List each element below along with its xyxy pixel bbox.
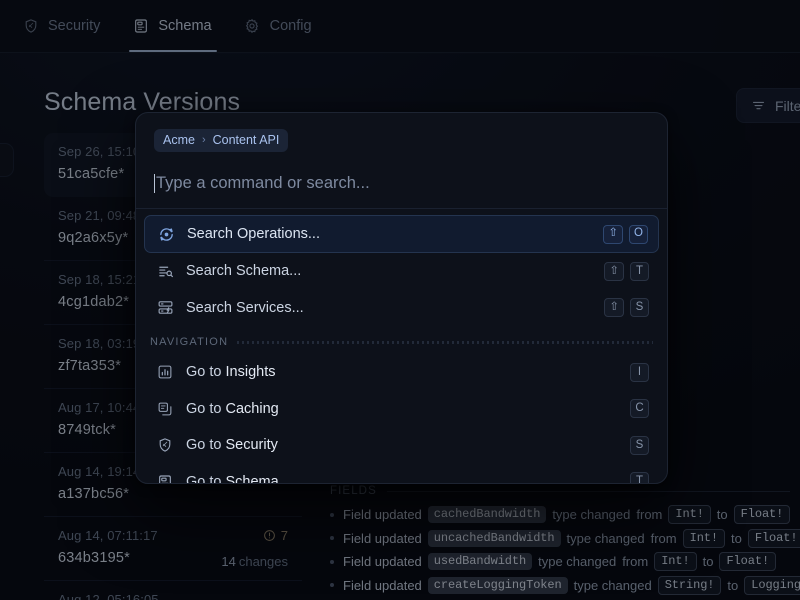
breadcrumb[interactable]: Acme › Content API (154, 129, 289, 152)
nav-shortcut: C (630, 399, 649, 419)
services-stack-icon (156, 299, 174, 317)
nav-item-target: Schema (225, 473, 279, 484)
command-item-search-services[interactable]: Search Services... ⇧ S (144, 290, 659, 327)
nav-item-label: Go to Insights (186, 364, 630, 380)
command-shortcut: ⇧ O (603, 224, 648, 244)
dotted-divider (237, 340, 653, 344)
palette-header: Acme › Content API (136, 113, 667, 152)
shortcut-key: O (629, 224, 648, 244)
schema-list-search-icon (156, 262, 174, 280)
operations-sync-icon (157, 225, 175, 243)
nav-item-target: Caching (225, 400, 279, 417)
command-list: Search Operations... ⇧ O Search Schema..… (136, 209, 667, 326)
shortcut-key: S (630, 298, 649, 318)
command-shortcut: ⇧ S (604, 298, 649, 318)
command-search-placeholder: Type a command or search... (156, 173, 370, 192)
nav-item-label: Go to Caching (186, 401, 630, 417)
shift-key-icon: ⇧ (604, 298, 624, 318)
shortcut-key: C (630, 399, 649, 419)
command-search-input[interactable]: Type a command or search... (136, 158, 667, 208)
layers-copy-icon (156, 400, 174, 418)
command-shortcut: ⇧ T (604, 261, 649, 281)
nav-item-prefix: Go to (186, 400, 226, 417)
nav-item-label: Go to Schema (186, 473, 630, 484)
nav-item-target: Insights (225, 364, 276, 381)
shift-key-icon: ⇧ (604, 261, 624, 281)
shortcut-key: T (630, 472, 649, 483)
nav-item-schema[interactable]: Go to Schema T (144, 464, 659, 484)
nav-item-security[interactable]: Go to Security S (144, 427, 659, 464)
nav-item-insights[interactable]: Go to Insights I (144, 354, 659, 391)
command-item-label: Search Operations... (187, 226, 320, 242)
nav-shortcut: I (630, 362, 649, 382)
command-item-label: Search Schema... (186, 263, 302, 280)
command-palette: Acme › Content API Type a command or sea… (135, 112, 668, 484)
shortcut-key: T (630, 261, 649, 281)
shift-key-icon: ⇧ (603, 224, 623, 244)
nav-item-caching[interactable]: Go to Caching C (144, 391, 659, 428)
shield-icon (156, 436, 174, 454)
nav-item-prefix: Go to (186, 364, 226, 381)
nav-shortcut: T (630, 472, 649, 483)
nav-item-prefix: Go to (186, 437, 226, 454)
navigation-group-label: NAVIGATION (150, 336, 229, 348)
breadcrumb-graph: Content API (212, 133, 280, 147)
schema-doc-icon (156, 473, 174, 483)
command-item-label: Search Services... (186, 299, 304, 316)
navigation-list: Go to Insights I Go to Caching C Go to S… (136, 354, 667, 484)
command-item-search-operations[interactable]: Search Operations... ⇧ O (144, 215, 659, 253)
navigation-group-header: NAVIGATION (136, 326, 667, 354)
app-root: Security Schema Config Schema Versions F… (0, 0, 800, 600)
nav-item-target: Security (225, 437, 278, 454)
bar-chart-icon (156, 363, 174, 381)
breadcrumb-org: Acme (163, 133, 195, 147)
command-item-search-schema[interactable]: Search Schema... ⇧ T (144, 253, 659, 290)
shortcut-key: S (630, 435, 649, 455)
nav-shortcut: S (630, 435, 649, 455)
nav-item-label: Go to Security (186, 437, 630, 453)
shortcut-key: I (630, 362, 649, 382)
nav-item-prefix: Go to (186, 473, 226, 484)
chevron-right-icon: › (201, 134, 206, 146)
text-caret (154, 173, 155, 193)
